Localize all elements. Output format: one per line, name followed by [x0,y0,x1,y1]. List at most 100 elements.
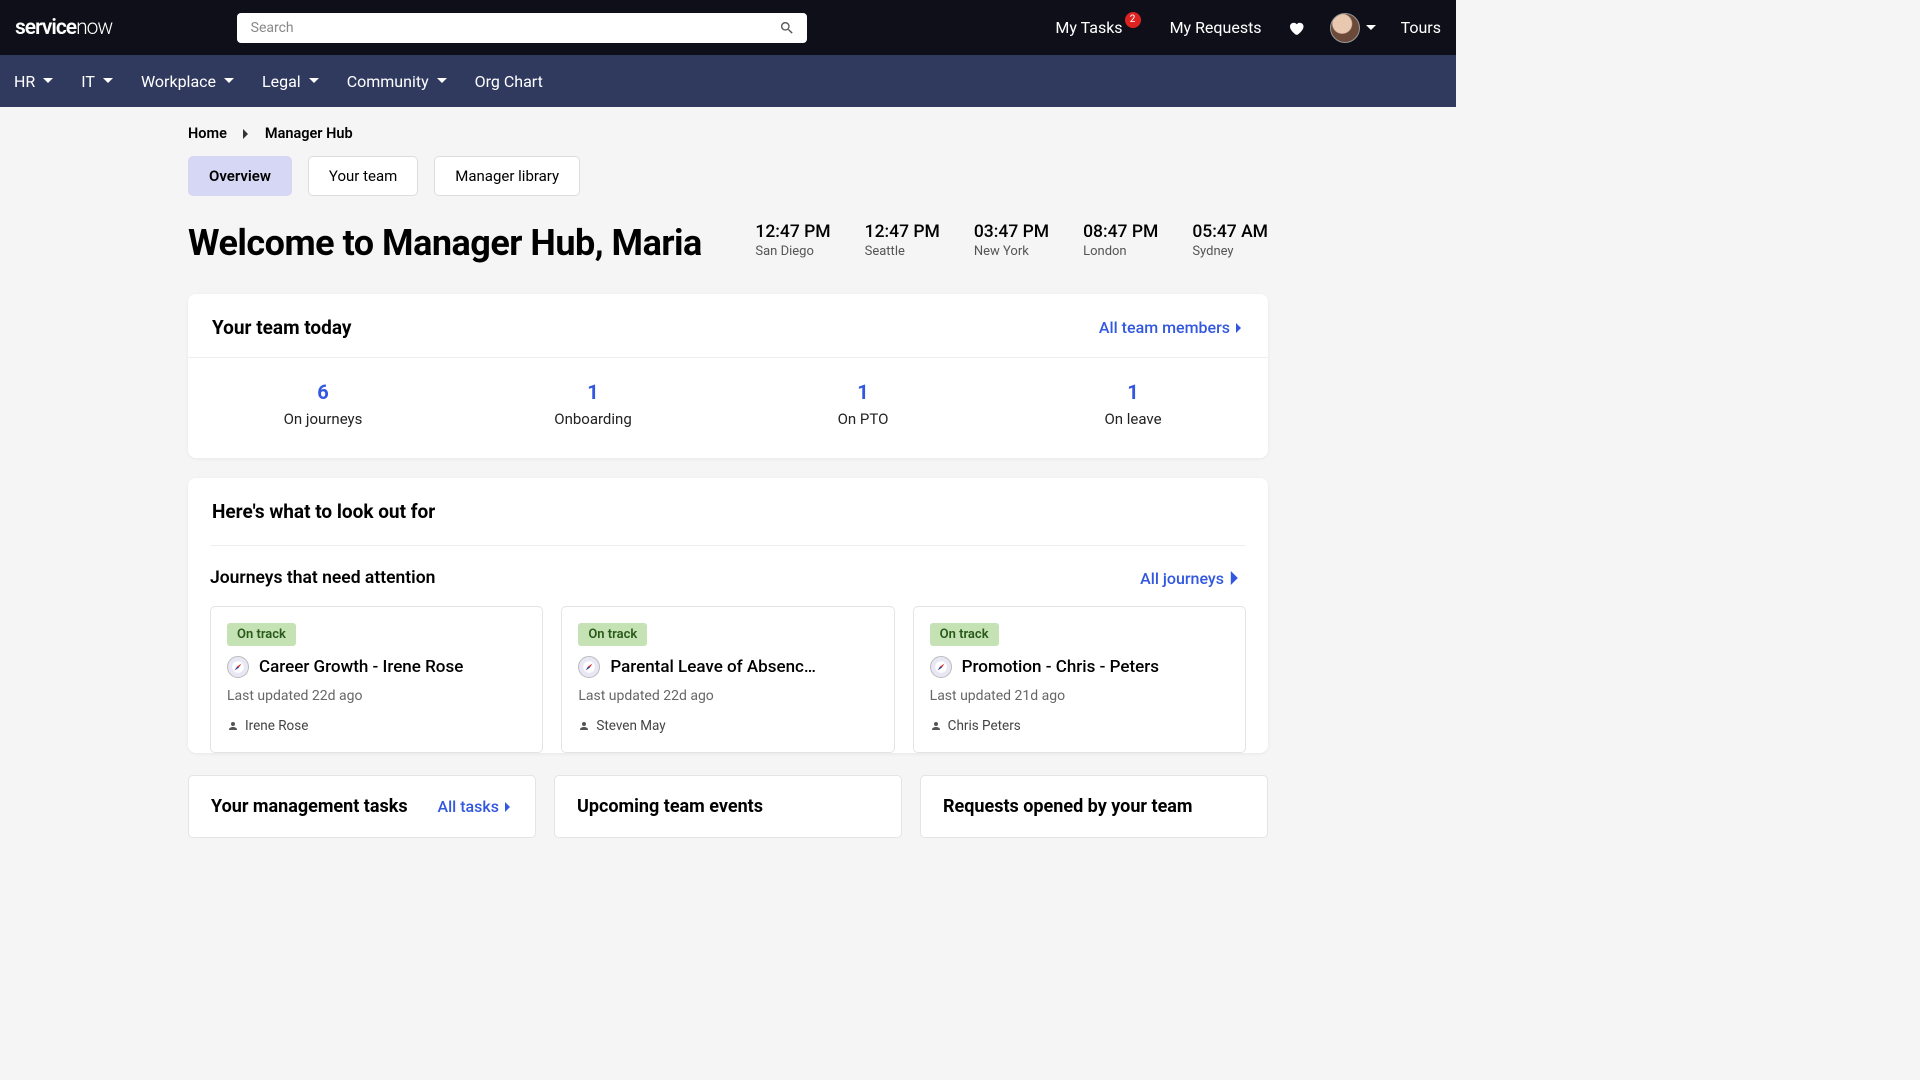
all-tasks-link[interactable]: All tasks [437,797,513,816]
journey-grid: On track Career Growth - Irene Rose Last u… [210,606,1246,753]
journey-name: Career Growth - Irene Rose [259,657,463,677]
nav-item-hr[interactable]: HR [14,72,53,91]
lookout-title: Here's what to look out for [212,500,435,523]
all-journeys-label: All journeys [1140,569,1224,588]
my-tasks-badge: 2 [1125,12,1141,28]
clock-time: 12:47 PM [865,222,940,242]
journey-card[interactable]: On trackCareer Growth - Irene RoseLast u… [210,606,543,753]
global-search [237,13,807,43]
all-team-members-link[interactable]: All team members [1099,318,1244,337]
stat-on-pto[interactable]: 1On PTO [728,380,998,428]
lookout-card: Here's what to look out for Journeys tha… [188,478,1268,753]
management-tasks-card: Your management tasks All tasks [188,775,536,838]
breadcrumb-home[interactable]: Home [188,125,227,142]
clock-time: 12:47 PM [755,222,830,242]
team-requests-title: Requests opened by your team [943,796,1245,817]
nav-item-org-chart[interactable]: Org Chart [475,72,543,91]
clock-san-diego: 12:47 PM San Diego [755,222,830,259]
stat-on-leave[interactable]: 1 On leave [998,380,1268,428]
chevron-right-icon [1228,571,1242,585]
journey-person-name: Irene Rose [245,718,308,734]
nav-label: HR [14,72,35,91]
breadcrumb: Home Manager Hub [188,125,1268,156]
my-tasks-label: My Tasks [1055,18,1122,37]
compass-icon [930,656,952,678]
tab-manager-library[interactable]: Manager library [434,156,580,196]
breadcrumb-current: Manager Hub [265,125,353,142]
stat-label: On journeys [188,410,458,428]
chevron-down-icon [437,76,447,86]
chevron-right-icon [1234,323,1244,333]
avatar [1330,13,1360,43]
tours-link[interactable]: Tours [1401,18,1441,37]
journey-title-row: Career Growth - Irene Rose [227,656,526,678]
stat-on-journeys[interactable]: 6On journeys [188,380,458,428]
journey-updated: Last updated 22d ago [578,688,877,704]
user-menu[interactable] [1330,13,1376,43]
journey-person: Irene Rose [227,718,526,734]
bottom-row: Your management tasks All tasks Upcoming… [188,775,1268,838]
page-content: Home Manager Hub Overview Your team Manage… [188,107,1268,838]
clock-seattle: 12:47 PMSeattle [865,222,940,259]
all-tasks-label: All tasks [437,797,499,816]
clock-city: San Diego [755,244,830,259]
nav-item-legal[interactable]: Legal [262,72,319,91]
nav-label: Legal [262,72,301,91]
topbar: servicenow My Tasks 2 My Requests Tours [0,0,1456,55]
journey-title-row: Promotion - Chris - Peters [930,656,1229,678]
nav-item-community[interactable]: Community [347,72,447,91]
nav-item-it[interactable]: IT [81,72,113,91]
chevron-down-icon [1366,23,1376,33]
journey-title-row: Parental Leave of Absenc… [578,656,877,678]
all-journeys-link[interactable]: All journeys [1140,569,1242,588]
journey-card[interactable]: On trackParental Leave of Absenc…Last up… [561,606,894,753]
all-team-members-label: All team members [1099,318,1230,337]
status-badge: On track [930,623,999,646]
chevron-down-icon [103,76,113,86]
favorites-icon[interactable] [1287,19,1305,37]
nav-item-workplace[interactable]: Workplace [141,72,234,91]
stat-label: On PTO [728,410,998,428]
clock-city: New York [974,244,1049,259]
journeys-section: Journeys that need attention All journey… [210,545,1246,753]
person-icon [227,720,239,732]
clock-london: 08:47 PMLondon [1083,222,1158,259]
journey-person-name: Steven May [596,718,665,734]
world-clocks: 12:47 PM San Diego 12:47 PMSeattle 03:47 PM… [755,222,1268,259]
journey-card[interactable]: On track Promotion - Chris - Peters Last u… [913,606,1246,753]
nav-label: Community [347,72,429,91]
journeys-title: Journeys that need attention [210,568,435,588]
chevron-down-icon [224,76,234,86]
top-right-nav: My Tasks 2 My Requests Tours [1055,13,1441,43]
stat-label: Onboarding [458,410,728,428]
journey-name: Parental Leave of Absenc… [610,657,816,677]
chevron-down-icon [43,76,53,86]
clock-time: 03:47 PM [974,222,1049,242]
clock-new-york: 03:47 PM New York [974,222,1049,259]
journey-updated: Last updated 22d ago [227,688,526,704]
my-tasks-link[interactable]: My Tasks 2 [1055,18,1144,37]
my-requests-link[interactable]: My Requests [1170,18,1262,37]
tab-your-team[interactable]: Your team [308,156,418,196]
logo-text-b: now [76,16,112,40]
compass-icon [578,656,600,678]
chevron-right-icon [503,802,513,812]
stat-onboarding[interactable]: 1Onboarding [458,380,728,428]
logo-text-a: service [15,16,76,40]
tab-overview[interactable]: Overview [188,156,292,196]
team-events-card: Upcoming team events [554,775,902,838]
journey-name: Promotion - Chris - Peters [962,657,1159,677]
clock-city: London [1083,244,1158,259]
team-today-title: Your team today [212,316,351,339]
page-title: Welcome to Manager Hub, Maria [188,222,702,264]
logo[interactable]: servicenow [15,16,112,40]
compass-icon [227,656,249,678]
stat-label: On leave [998,410,1268,428]
search-icon[interactable] [779,20,795,36]
journey-person-name: Chris Peters [948,718,1021,734]
clock-city: Sydney [1192,244,1268,259]
journey-updated: Last updated 21d ago [930,688,1229,704]
chevron-down-icon [309,76,319,86]
search-input[interactable] [237,13,807,43]
stat-number: 1 [998,380,1268,404]
